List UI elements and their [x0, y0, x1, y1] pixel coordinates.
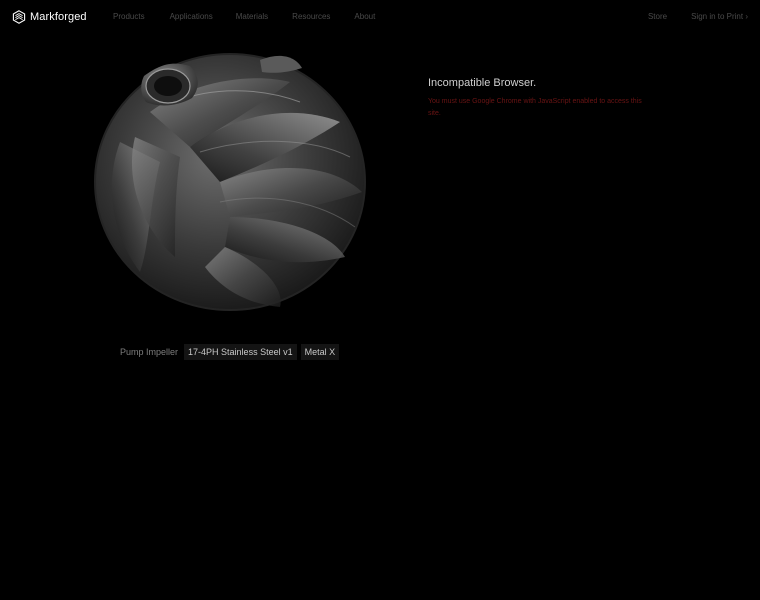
material-tag[interactable]: 17-4PH Stainless Steel v1	[184, 344, 297, 360]
nav-products-link[interactable]: Products	[113, 11, 145, 22]
notice-message: You must use Google Chrome with JavaScri…	[428, 98, 642, 117]
nav-right: Store Sign in to Print ›	[648, 11, 748, 22]
top-navigation: Markforged Products Applications Materia…	[0, 0, 760, 34]
image-caption: Pump Impeller 17-4PH Stainless Steel v1 …	[120, 344, 340, 360]
markforged-logo-icon	[12, 10, 26, 24]
brand-name: Markforged	[30, 11, 87, 23]
sign-in-link[interactable]: Sign in to Print ›	[691, 11, 748, 22]
notice-title: Incompatible Browser.	[428, 77, 537, 89]
nav-about-link[interactable]: About	[354, 11, 375, 22]
browser-notice: Incompatible Browser. You must use Googl…	[428, 76, 658, 120]
printer-tag[interactable]: Metal X	[300, 344, 340, 360]
nav-materials-link[interactable]: Materials	[236, 11, 268, 22]
brand-link[interactable]: Markforged	[12, 9, 87, 25]
pump-impeller-image	[94, 53, 366, 311]
nav-resources-link[interactable]: Resources	[292, 11, 330, 22]
nav-store-link[interactable]: Store	[648, 11, 667, 22]
caption-label: Pump Impeller	[120, 347, 179, 357]
page: Markforged Products Applications Materia…	[0, 0, 760, 600]
main-nav: Products Applications Materials Resource…	[113, 11, 375, 22]
nav-applications-link[interactable]: Applications	[170, 11, 213, 22]
